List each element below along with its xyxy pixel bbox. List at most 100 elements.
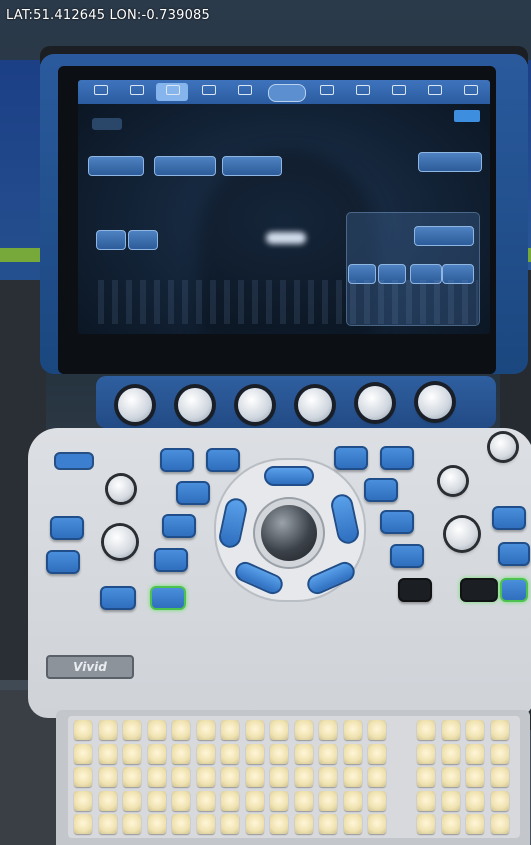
keyboard-key[interactable] xyxy=(343,814,362,834)
keyboard-key[interactable] xyxy=(490,814,509,834)
keyboard-key[interactable] xyxy=(98,743,117,764)
rotary-knob[interactable] xyxy=(118,388,152,422)
screen-tab-4[interactable] xyxy=(192,83,224,101)
keyboard-key[interactable] xyxy=(319,743,337,764)
screen-button[interactable] xyxy=(418,152,482,172)
keyboard-key[interactable] xyxy=(466,790,484,811)
keyboard-key[interactable] xyxy=(466,767,484,787)
keyboard-key[interactable] xyxy=(245,743,264,764)
keyboard-key[interactable] xyxy=(74,720,92,740)
keyboard-key[interactable] xyxy=(343,767,362,787)
screen-subtab[interactable] xyxy=(92,118,122,130)
rotary-dial[interactable] xyxy=(490,434,516,460)
keyboard-key[interactable] xyxy=(98,720,117,740)
console-button[interactable] xyxy=(498,542,530,566)
keyboard-key[interactable] xyxy=(245,814,264,834)
keyboard-key[interactable] xyxy=(441,720,460,740)
keyboard-key[interactable] xyxy=(74,743,92,764)
keyboard-key[interactable] xyxy=(368,720,386,740)
keyboard-key[interactable] xyxy=(147,743,166,764)
keyboard-key[interactable] xyxy=(343,790,362,811)
screen-pill-button[interactable] xyxy=(268,84,306,102)
keyboard-key[interactable] xyxy=(172,814,190,834)
keyboard-key[interactable] xyxy=(196,814,215,834)
keyboard-key[interactable] xyxy=(319,814,337,834)
keyboard-key[interactable] xyxy=(172,767,190,787)
keyboard-key[interactable] xyxy=(417,790,435,811)
keyboard-key[interactable] xyxy=(147,790,166,811)
screen-tab-10[interactable] xyxy=(454,83,486,101)
arc-button-top[interactable] xyxy=(264,466,314,486)
rotary-knob[interactable] xyxy=(358,386,392,420)
keyboard-key[interactable] xyxy=(196,790,215,811)
keyboard-key[interactable] xyxy=(74,767,92,787)
keyboard-key[interactable] xyxy=(98,767,117,787)
keyboard-key[interactable] xyxy=(294,814,313,834)
keyboard-key[interactable] xyxy=(98,814,117,834)
keyboard-key[interactable] xyxy=(368,767,386,787)
console-button-dark-green[interactable] xyxy=(460,578,498,602)
keyboard-key[interactable] xyxy=(294,720,313,740)
keyboard-key[interactable] xyxy=(74,790,92,811)
keyboard-key[interactable] xyxy=(147,814,166,834)
keyboard-key[interactable] xyxy=(123,767,141,787)
keyboard-key[interactable] xyxy=(221,790,239,811)
console-button[interactable] xyxy=(206,448,240,472)
keyboard-key[interactable] xyxy=(417,720,435,740)
console-button[interactable] xyxy=(380,510,414,534)
screen-button[interactable] xyxy=(414,226,474,246)
keyboard-key[interactable] xyxy=(466,743,484,764)
screen-tab-2[interactable] xyxy=(120,83,152,101)
keyboard-key[interactable] xyxy=(490,720,509,740)
screen-tab-9[interactable] xyxy=(418,83,450,101)
keyboard-key[interactable] xyxy=(417,743,435,764)
keyboard-key[interactable] xyxy=(221,743,239,764)
console-button[interactable] xyxy=(50,516,84,540)
screen-tab-active[interactable] xyxy=(156,83,188,101)
rotary-dial[interactable] xyxy=(104,526,136,558)
keyboard-key[interactable] xyxy=(368,790,386,811)
screen-tab-5[interactable] xyxy=(228,83,260,101)
keyboard-key[interactable] xyxy=(221,814,239,834)
screen-button[interactable] xyxy=(222,156,282,176)
screen-button[interactable] xyxy=(96,230,126,250)
keyboard-key[interactable] xyxy=(294,790,313,811)
rotary-dial[interactable] xyxy=(108,476,134,502)
console-button-green[interactable] xyxy=(500,578,528,602)
keyboard-key[interactable] xyxy=(270,720,288,740)
keyboard-key[interactable] xyxy=(417,814,435,834)
keyboard-key[interactable] xyxy=(270,814,288,834)
screen-tab-1[interactable] xyxy=(84,83,116,101)
console-button[interactable] xyxy=(380,446,414,470)
rotary-dial[interactable] xyxy=(446,518,478,550)
keyboard-key[interactable] xyxy=(123,743,141,764)
keyboard-key[interactable] xyxy=(123,814,141,834)
rotary-knob[interactable] xyxy=(298,388,332,422)
keyboard-key[interactable] xyxy=(196,743,215,764)
rotary-knob[interactable] xyxy=(178,388,212,422)
keyboard-key[interactable] xyxy=(343,720,362,740)
keyboard-key[interactable] xyxy=(245,790,264,811)
keyboard-key[interactable] xyxy=(74,814,92,834)
keyboard-key[interactable] xyxy=(221,720,239,740)
console-button[interactable] xyxy=(492,506,526,530)
keyboard-key[interactable] xyxy=(490,743,509,764)
touch-screen[interactable] xyxy=(78,80,490,334)
console-button[interactable] xyxy=(364,478,398,502)
trackball[interactable] xyxy=(261,505,317,561)
console-button[interactable] xyxy=(176,481,210,505)
keyboard-key[interactable] xyxy=(490,790,509,811)
keyboard-key[interactable] xyxy=(172,743,190,764)
keyboard-key[interactable] xyxy=(417,767,435,787)
keyboard-key[interactable] xyxy=(270,790,288,811)
keyboard-key[interactable] xyxy=(245,767,264,787)
keyboard-key[interactable] xyxy=(270,743,288,764)
keyboard-key[interactable] xyxy=(196,767,215,787)
keyboard-key[interactable] xyxy=(98,790,117,811)
screen-button[interactable] xyxy=(88,156,144,176)
keyboard-key[interactable] xyxy=(441,767,460,787)
console-button-green[interactable] xyxy=(150,586,186,610)
rotary-knob[interactable] xyxy=(418,385,452,419)
keyboard-key[interactable] xyxy=(466,814,484,834)
keyboard-key[interactable] xyxy=(441,814,460,834)
